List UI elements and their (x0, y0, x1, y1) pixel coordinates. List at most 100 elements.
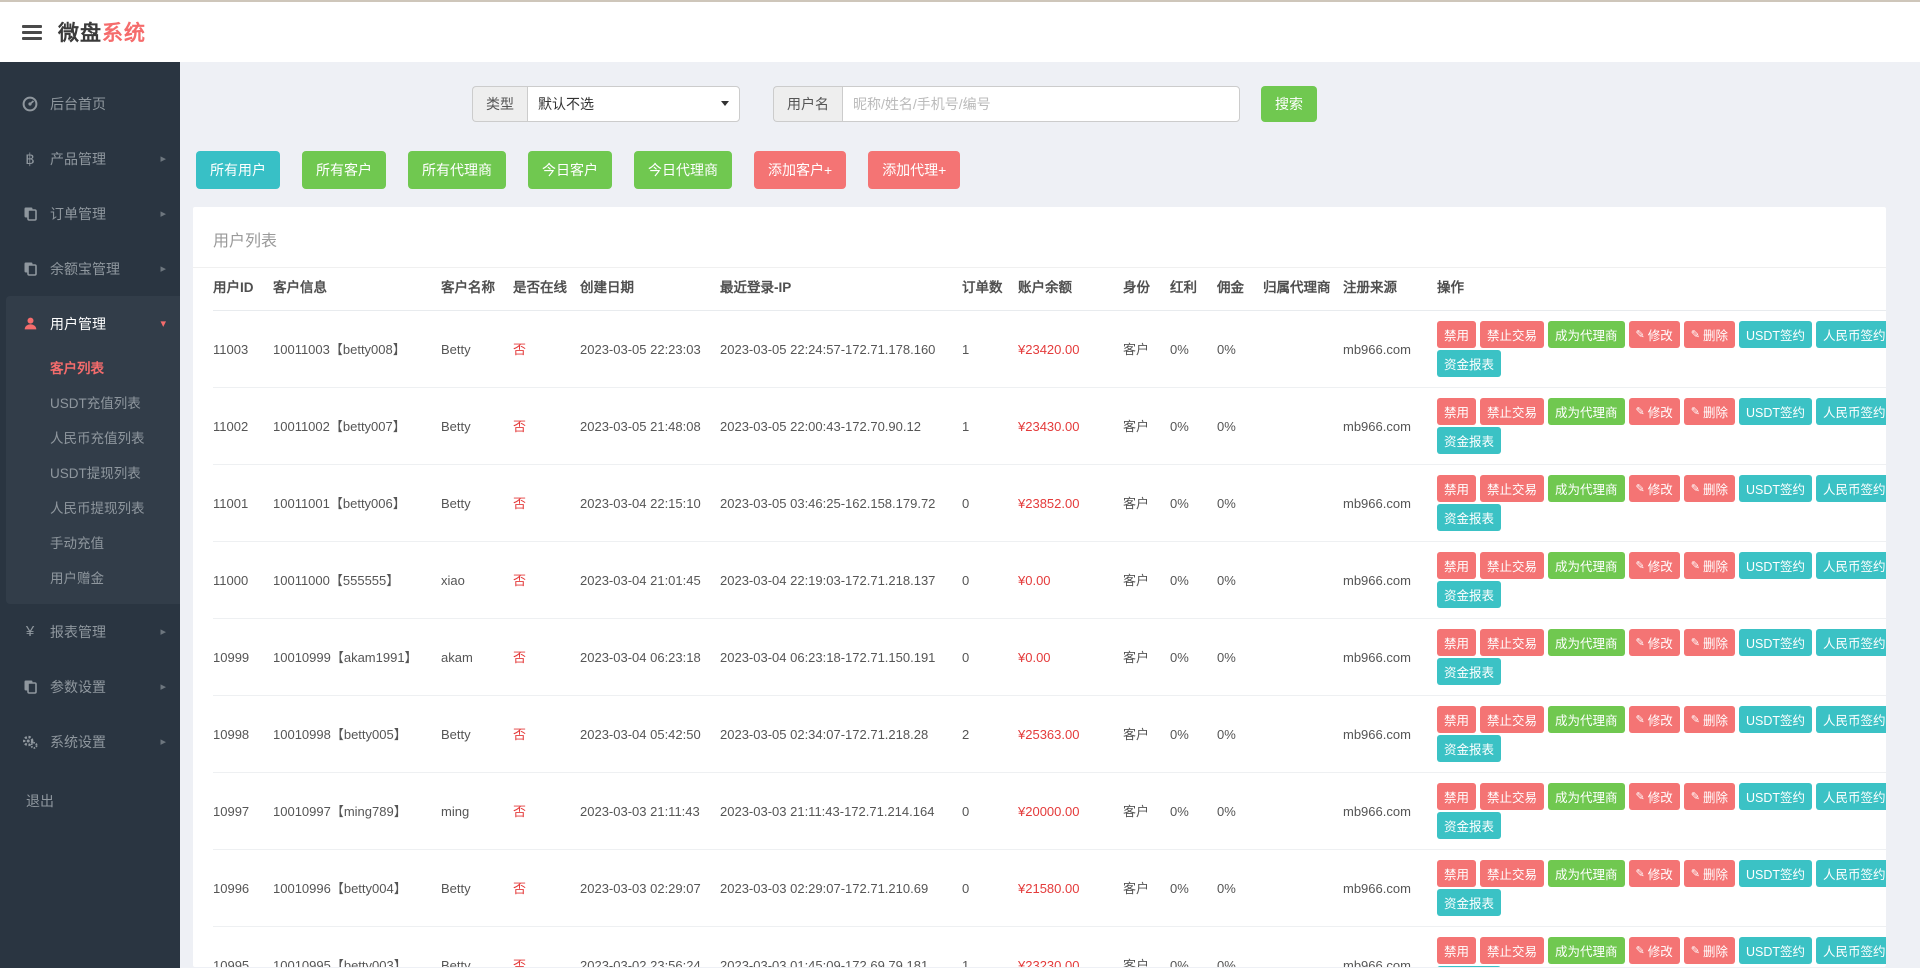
edit-button[interactable]: ✎修改 (1629, 552, 1680, 579)
submenu-item-rmb-deposit-list[interactable]: 人民币充值列表 (6, 421, 180, 456)
submenu-item-usdt-deposit-list[interactable]: USDT充值列表 (6, 386, 180, 421)
delete-button[interactable]: ✎删除 (1684, 552, 1735, 579)
usdt-sign-button[interactable]: USDT签约 (1739, 937, 1812, 964)
sidebar-item-dashboard[interactable]: 后台首页 (0, 76, 180, 131)
fund-report-button[interactable]: 资金报表 (1437, 350, 1501, 377)
delete-button[interactable]: ✎删除 (1684, 475, 1735, 502)
sidebar-item-products[interactable]: ฿ 产品管理 ▸ (0, 131, 180, 186)
fund-report-button[interactable]: 资金报表 (1437, 889, 1501, 916)
usdt-sign-button[interactable]: USDT签约 (1739, 783, 1812, 810)
become-agent-button[interactable]: 成为代理商 (1548, 860, 1625, 887)
sidebar-item-orders[interactable]: 订单管理 ▸ (0, 186, 180, 241)
disable-button[interactable]: 禁用 (1437, 398, 1476, 425)
forbid-trade-button[interactable]: 禁止交易 (1480, 398, 1544, 425)
become-agent-button[interactable]: 成为代理商 (1548, 629, 1625, 656)
sidebar-item-yuebao[interactable]: 余额宝管理 ▸ (0, 241, 180, 296)
edit-button[interactable]: ✎修改 (1629, 783, 1680, 810)
delete-button[interactable]: ✎删除 (1684, 398, 1735, 425)
all-agents-button[interactable]: 所有代理商 (408, 151, 506, 189)
username-input[interactable] (842, 86, 1240, 122)
usdt-sign-button[interactable]: USDT签约 (1739, 552, 1812, 579)
disable-button[interactable]: 禁用 (1437, 783, 1476, 810)
become-agent-button[interactable]: 成为代理商 (1548, 475, 1625, 502)
usdt-sign-button[interactable]: USDT签约 (1739, 706, 1812, 733)
fund-report-button[interactable]: 资金报表 (1437, 427, 1501, 454)
usdt-sign-button[interactable]: USDT签约 (1739, 398, 1812, 425)
edit-button[interactable]: ✎修改 (1629, 629, 1680, 656)
sidebar-item-system-settings[interactable]: 系统设置 ▸ (0, 714, 180, 769)
become-agent-button[interactable]: 成为代理商 (1548, 398, 1625, 425)
sidebar-item-reports[interactable]: ¥ 报表管理 ▸ (0, 604, 180, 659)
submenu-item-customer-list[interactable]: 客户列表 (6, 351, 180, 386)
forbid-trade-button[interactable]: 禁止交易 (1480, 552, 1544, 579)
delete-button[interactable]: ✎删除 (1684, 937, 1735, 964)
forbid-trade-button[interactable]: 禁止交易 (1480, 475, 1544, 502)
become-agent-button[interactable]: 成为代理商 (1548, 321, 1625, 348)
all-customers-button[interactable]: 所有客户 (302, 151, 386, 189)
forbid-trade-button[interactable]: 禁止交易 (1480, 783, 1544, 810)
add-agent-button[interactable]: 添加代理+ (868, 151, 960, 189)
usdt-sign-button[interactable]: USDT签约 (1739, 321, 1812, 348)
rmb-sign-button[interactable]: 人民币签约 (1816, 629, 1886, 656)
edit-button[interactable]: ✎修改 (1629, 321, 1680, 348)
disable-button[interactable]: 禁用 (1437, 552, 1476, 579)
rmb-sign-button[interactable]: 人民币签约 (1816, 706, 1886, 733)
usdt-sign-button[interactable]: USDT签约 (1739, 475, 1812, 502)
edit-button[interactable]: ✎修改 (1629, 475, 1680, 502)
disable-button[interactable]: 禁用 (1437, 321, 1476, 348)
submenu-item-user-bonus[interactable]: 用户赠金 (6, 561, 180, 596)
add-customer-button[interactable]: 添加客户+ (754, 151, 846, 189)
become-agent-button[interactable]: 成为代理商 (1548, 937, 1625, 964)
disable-button[interactable]: 禁用 (1437, 860, 1476, 887)
forbid-trade-button[interactable]: 禁止交易 (1480, 629, 1544, 656)
disable-button[interactable]: 禁用 (1437, 937, 1476, 964)
sidebar-item-parameters[interactable]: 参数设置 ▸ (0, 659, 180, 714)
rmb-sign-button[interactable]: 人民币签约 (1816, 321, 1886, 348)
become-agent-button[interactable]: 成为代理商 (1548, 552, 1625, 579)
edit-button[interactable]: ✎修改 (1629, 706, 1680, 733)
rmb-sign-button[interactable]: 人民币签约 (1816, 552, 1886, 579)
today-agents-button[interactable]: 今日代理商 (634, 151, 732, 189)
delete-button[interactable]: ✎删除 (1684, 706, 1735, 733)
edit-button[interactable]: ✎修改 (1629, 937, 1680, 964)
delete-button[interactable]: ✎删除 (1684, 860, 1735, 887)
rmb-sign-button[interactable]: 人民币签约 (1816, 937, 1886, 964)
delete-button[interactable]: ✎删除 (1684, 629, 1735, 656)
app-logo[interactable]: 微盘系统 (58, 17, 146, 47)
edit-button[interactable]: ✎修改 (1629, 398, 1680, 425)
search-button[interactable]: 搜索 (1261, 86, 1317, 122)
forbid-trade-button[interactable]: 禁止交易 (1480, 860, 1544, 887)
all-users-button[interactable]: 所有用户 (196, 151, 280, 189)
fund-report-button[interactable]: 资金报表 (1437, 504, 1501, 531)
delete-button[interactable]: ✎删除 (1684, 783, 1735, 810)
submenu-item-usdt-withdraw-list[interactable]: USDT提现列表 (6, 456, 180, 491)
fund-report-button[interactable]: 资金报表 (1437, 735, 1501, 762)
type-filter-select[interactable]: 默认不选 (527, 86, 740, 122)
sidebar-item-user-management[interactable]: 用户管理 ▾ (6, 296, 180, 351)
rmb-sign-button[interactable]: 人民币签约 (1816, 783, 1886, 810)
usdt-sign-button[interactable]: USDT签约 (1739, 860, 1812, 887)
forbid-trade-button[interactable]: 禁止交易 (1480, 937, 1544, 964)
rmb-sign-button[interactable]: 人民币签约 (1816, 860, 1886, 887)
disable-button[interactable]: 禁用 (1437, 629, 1476, 656)
sidebar-item-logout[interactable]: 退出 (0, 791, 180, 811)
fund-report-button[interactable]: 资金报表 (1437, 658, 1501, 685)
usdt-sign-button[interactable]: USDT签约 (1739, 629, 1812, 656)
rmb-sign-button[interactable]: 人民币签约 (1816, 398, 1886, 425)
submenu-item-rmb-withdraw-list[interactable]: 人民币提现列表 (6, 491, 180, 526)
today-customers-button[interactable]: 今日客户 (528, 151, 612, 189)
delete-button[interactable]: ✎删除 (1684, 321, 1735, 348)
disable-button[interactable]: 禁用 (1437, 706, 1476, 733)
submenu-item-manual-recharge[interactable]: 手动充值 (6, 526, 180, 561)
disable-button[interactable]: 禁用 (1437, 475, 1476, 502)
hamburger-menu-icon[interactable] (22, 25, 42, 40)
fund-report-button[interactable]: 资金报表 (1437, 581, 1501, 608)
fund-report-button[interactable]: 资金报表 (1437, 966, 1501, 967)
become-agent-button[interactable]: 成为代理商 (1548, 783, 1625, 810)
forbid-trade-button[interactable]: 禁止交易 (1480, 321, 1544, 348)
rmb-sign-button[interactable]: 人民币签约 (1816, 475, 1886, 502)
edit-button[interactable]: ✎修改 (1629, 860, 1680, 887)
become-agent-button[interactable]: 成为代理商 (1548, 706, 1625, 733)
forbid-trade-button[interactable]: 禁止交易 (1480, 706, 1544, 733)
fund-report-button[interactable]: 资金报表 (1437, 812, 1501, 839)
